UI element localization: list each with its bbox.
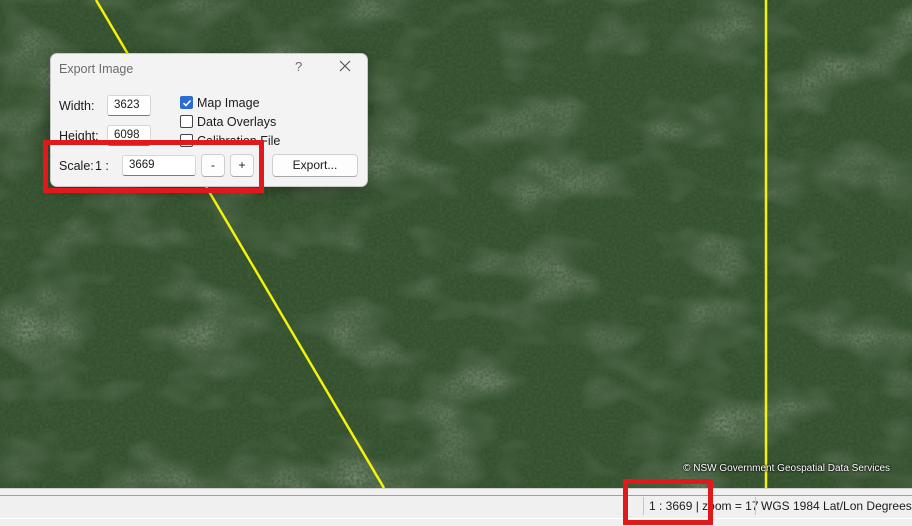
zoom-highlight-box bbox=[623, 479, 713, 525]
width-label: Width: bbox=[59, 99, 95, 113]
status-bar: 1 : 3669 | zoom = 17 WGS 1984 Lat/Lon De… bbox=[0, 488, 912, 526]
map-image-checkbox[interactable] bbox=[180, 96, 193, 109]
dialog-title: Export Image bbox=[59, 62, 134, 76]
width-input[interactable]: 3623 bbox=[107, 95, 151, 116]
export-button[interactable]: Export... bbox=[272, 154, 358, 177]
scale-highlight-box bbox=[43, 140, 264, 193]
map-attribution: © NSW Government Geospatial Data Service… bbox=[683, 463, 890, 474]
data-overlays-checkbox[interactable] bbox=[180, 115, 193, 128]
datum-readout: WGS 1984 Lat/Lon Degrees bbox=[755, 497, 912, 515]
help-button[interactable]: ? bbox=[295, 59, 302, 74]
checkmark-icon bbox=[182, 99, 192, 107]
map-image-label: Map Image bbox=[197, 96, 260, 110]
close-icon[interactable] bbox=[337, 58, 353, 74]
data-overlays-label: Data Overlays bbox=[197, 115, 277, 129]
